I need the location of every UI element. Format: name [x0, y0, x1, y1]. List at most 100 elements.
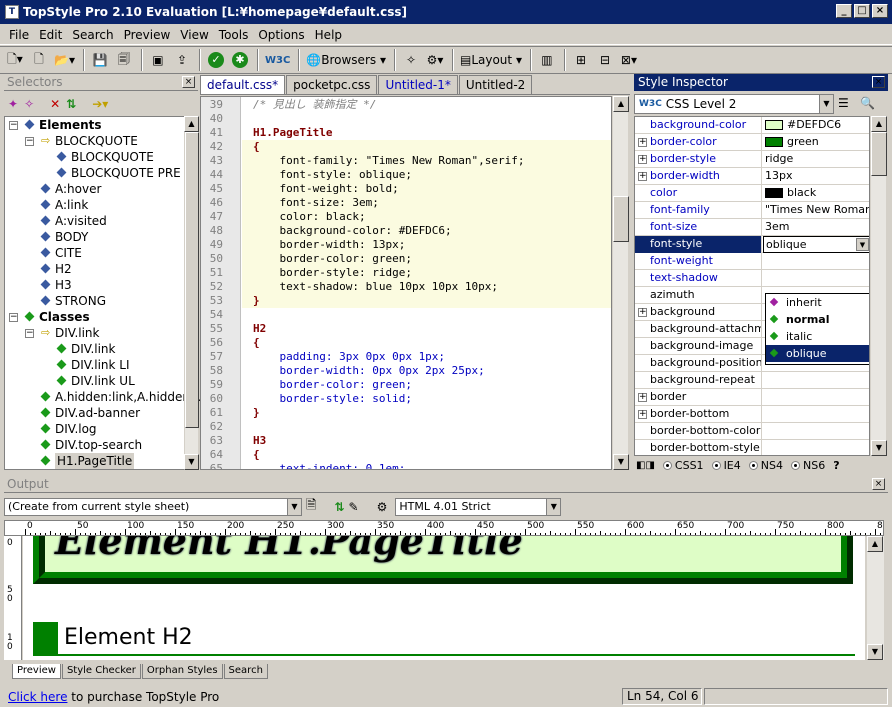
tree-item[interactable]: BODY: [5, 229, 185, 245]
scroll-down-icon[interactable]: ▼: [867, 644, 883, 660]
property-value[interactable]: oblique ▼: [763, 236, 869, 253]
browser-radio[interactable]: NS4: [748, 459, 783, 472]
wizard-icon[interactable]: ⚙▾: [424, 49, 446, 71]
list-view-icon[interactable]: ☰: [838, 96, 849, 110]
inspector-scrollbar[interactable]: ▲ ▼: [870, 116, 887, 456]
property-row[interactable]: color black: [635, 185, 869, 202]
scroll-down-icon[interactable]: ▼: [184, 454, 199, 470]
menu-preview[interactable]: Preview: [119, 28, 176, 42]
browser-radio[interactable]: CSS1: [662, 459, 704, 472]
menu-search[interactable]: Search: [67, 28, 118, 42]
tree-item[interactable]: − Elements: [5, 117, 185, 133]
close-button[interactable]: ×: [872, 4, 888, 18]
search-icon[interactable]: 🔍: [860, 96, 875, 110]
edit-selector-icon[interactable]: ✧: [24, 97, 34, 111]
expand-icon[interactable]: +: [638, 138, 647, 147]
expand-icon[interactable]: −: [9, 121, 18, 130]
dropdown-option[interactable]: italic: [766, 328, 869, 345]
w3c-validate-icon[interactable]: W3C: [263, 49, 292, 71]
chevron-down-icon[interactable]: ▼: [856, 238, 869, 251]
menu-file[interactable]: File: [4, 28, 34, 42]
output-tab[interactable]: Orphan Styles: [141, 664, 223, 679]
refresh-icon[interactable]: ⇅: [334, 500, 344, 514]
tree-item[interactable]: H1.PageTitle: [5, 453, 185, 469]
panel-icon[interactable]: ▥: [536, 49, 558, 71]
page-preview-icon[interactable]: 🗎: [306, 496, 316, 518]
tree-item[interactable]: A:link: [5, 197, 185, 213]
settings-icon[interactable]: ⚙: [377, 500, 388, 514]
tree-item[interactable]: DIV.top-search: [5, 437, 185, 453]
preview-icon[interactable]: ▣: [147, 49, 169, 71]
layout-button[interactable]: ▤ Layout ▾: [458, 49, 524, 71]
browser-radio[interactable]: IE4: [711, 459, 741, 472]
dropdown-option[interactable]: oblique: [766, 345, 869, 362]
tree-item[interactable]: DIV.link LI: [5, 357, 185, 373]
scroll-up-icon[interactable]: ▲: [871, 116, 887, 132]
expand-icon[interactable]: −: [25, 329, 34, 338]
tree-item[interactable]: DIV.link: [5, 341, 185, 357]
font-style-dropdown[interactable]: inherit normal italic oblique: [765, 293, 869, 365]
tree-item[interactable]: A:hover: [5, 181, 185, 197]
help-icon[interactable]: ?: [833, 459, 839, 472]
scroll-thumb[interactable]: [613, 196, 629, 242]
doctype-select[interactable]: HTML 4.01 Strict ▼: [395, 498, 562, 516]
tab-untitled-2[interactable]: Untitled-2: [458, 75, 533, 94]
close-icon[interactable]: ×: [872, 76, 885, 88]
dropdown-option[interactable]: inherit: [766, 294, 869, 311]
output-tab[interactable]: Style Checker: [61, 664, 141, 679]
new-doc-icon[interactable]: 🗋: [28, 49, 50, 71]
open-folder-icon[interactable]: 📂▾: [52, 49, 77, 71]
selectors-scrollbar[interactable]: ▲ ▼: [184, 116, 199, 470]
property-row[interactable]: background-color #DEFDC6: [635, 117, 869, 134]
tree-item[interactable]: A.hidden:link,A.hidden:...: [5, 389, 206, 405]
menu-tools[interactable]: Tools: [214, 28, 254, 42]
property-value[interactable]: [763, 406, 869, 423]
purchase-link[interactable]: Click here: [8, 690, 67, 704]
property-row[interactable]: font-style oblique ▼: [635, 236, 869, 253]
tree-item[interactable]: DIV.ad-banner: [5, 405, 185, 421]
tree-item[interactable]: H3: [5, 277, 185, 293]
property-row[interactable]: + border-style ridge: [635, 151, 869, 168]
editor-scrollbar[interactable]: ▲ ▼: [612, 96, 629, 470]
tree-item[interactable]: DIV.log: [5, 421, 185, 437]
menu-edit[interactable]: Edit: [34, 28, 67, 42]
property-value[interactable]: 13px: [763, 168, 869, 185]
expand-icon[interactable]: +: [638, 172, 647, 181]
tab-untitled-1-[interactable]: Untitled-1*: [378, 75, 458, 94]
property-row[interactable]: font-weight: [635, 253, 869, 270]
pencil-icon[interactable]: ✎: [349, 500, 359, 514]
delete-icon[interactable]: ✕: [50, 97, 60, 111]
property-row[interactable]: + border-color green: [635, 134, 869, 151]
scroll-thumb[interactable]: [871, 132, 887, 176]
scroll-up-icon[interactable]: ▲: [184, 116, 199, 132]
tree-item[interactable]: STRONG: [5, 293, 185, 309]
property-value[interactable]: black: [763, 185, 869, 202]
scroll-thumb[interactable]: [185, 132, 199, 428]
save-icon[interactable]: 💾: [89, 49, 111, 71]
tree-item[interactable]: − Classes: [5, 309, 185, 325]
property-row[interactable]: + border-width 13px: [635, 168, 869, 185]
refresh-icon[interactable]: ⇅: [66, 97, 76, 111]
property-row[interactable]: text-shadow: [635, 270, 869, 287]
tree-item[interactable]: − ⇨ DIV.link: [5, 325, 185, 341]
close-icon[interactable]: ×: [182, 76, 195, 88]
view-split-icon[interactable]: ⊞: [570, 49, 592, 71]
close-icon[interactable]: ×: [872, 478, 885, 490]
tab-default-css-[interactable]: default.css*: [200, 75, 286, 94]
property-value[interactable]: "Times New Roman...: [763, 202, 869, 219]
scroll-up-icon[interactable]: ▲: [867, 536, 883, 552]
tree-item[interactable]: BLOCKQUOTE: [5, 149, 185, 165]
property-value[interactable]: green: [763, 134, 869, 151]
toggle-icon[interactable]: ◧◨: [636, 460, 655, 471]
expand-icon[interactable]: −: [25, 137, 34, 146]
property-value[interactable]: [763, 253, 869, 270]
property-row[interactable]: font-size 3em: [635, 219, 869, 236]
tree-item[interactable]: − ⇨ BLOCKQUOTE: [5, 133, 185, 149]
preview-scrollbar[interactable]: ▲ ▼: [866, 536, 884, 660]
expand-icon[interactable]: +: [638, 155, 647, 164]
property-value[interactable]: 3em: [763, 219, 869, 236]
tree-item[interactable]: CITE: [5, 245, 185, 261]
code-editor[interactable]: 39 /* 見出し 装飾指定 */ 40 41 H1.PageTitle 42 {43 fo…: [200, 96, 612, 470]
gear-check-icon[interactable]: ✱: [229, 49, 251, 71]
chevron-down-icon[interactable]: ▼: [819, 95, 833, 113]
